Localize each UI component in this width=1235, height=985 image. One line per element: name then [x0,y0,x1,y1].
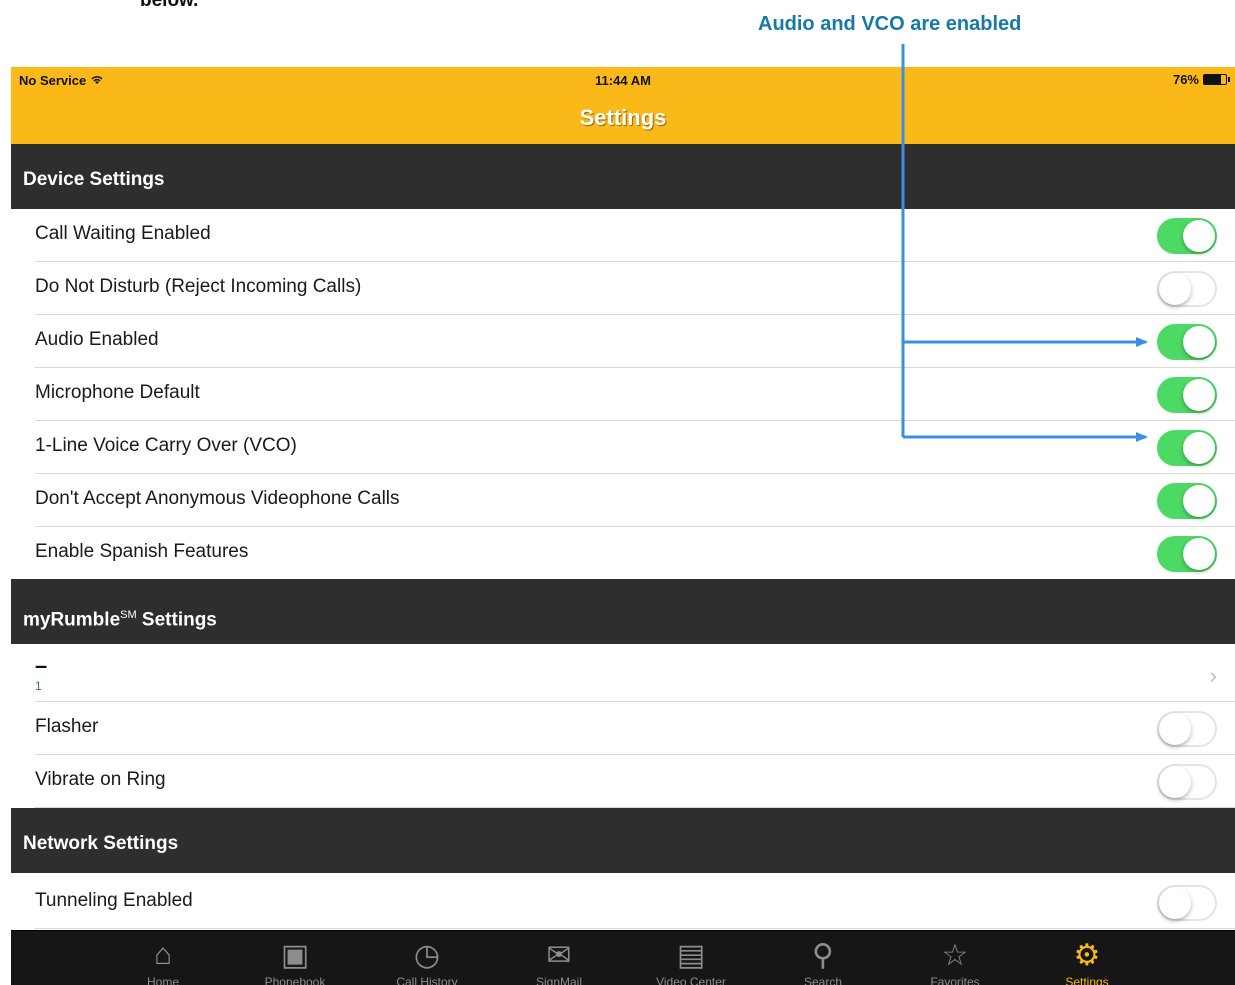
setting-label: Call Waiting Enabled [35,223,211,244]
callout-label: Audio and VCO are enabled [758,13,1022,35]
search-icon: ⚲ [812,938,834,972]
setting-label: Flasher [35,716,99,737]
ringtone-row[interactable]: – 1 › [11,649,1235,702]
toggle-knob [1159,713,1191,745]
tab-label: Home [146,975,179,985]
setting-row-microphone-default: Microphone Default [11,368,1235,421]
setting-row-flasher: Flasher [11,702,1235,755]
tab-call-history[interactable]: ◷ Call History [367,931,487,985]
section-header-device: Device Settings [11,144,1235,209]
ringtone-name: – [35,653,48,678]
tab-label: Favorites [930,975,980,985]
call-history-icon: ◷ [413,938,441,972]
document-fragment-text: below. [140,0,199,11]
setting-label: Vibrate on Ring [35,769,166,790]
toggle-knob [1183,326,1215,358]
toggle-knob [1183,220,1215,252]
home-icon: ⌂ [153,938,173,971]
favorites-icon: ☆ [941,938,969,972]
service-mark: SM [120,609,137,621]
tab-label: Search [803,975,843,985]
setting-label: Enable Spanish Features [35,541,249,562]
setting-row-do-not-disturb-reject-incoming-calls: Do Not Disturb (Reject Incoming Calls) [11,262,1235,315]
ipad-screen: No Service 11:44 AM 76% Settings Device … [11,67,1235,985]
navigation-bar: Settings [11,93,1235,144]
toggle-flasher[interactable] [1157,711,1217,747]
tab-search[interactable]: ⚲ Search [763,931,883,985]
tab-signmail[interactable]: ✉ SignMail [499,931,619,985]
myrumble-header-suffix: Settings [136,609,217,631]
setting-row-enable-spanish-features: Enable Spanish Features [11,527,1235,580]
toggle-audio-enabled[interactable] [1157,324,1217,360]
status-bar: No Service 11:44 AM 76% [11,67,1235,93]
setting-label: Do Not Disturb (Reject Incoming Calls) [35,276,362,297]
battery-percent: 76% [1172,72,1199,87]
setting-row-1-line-voice-carry-over-vco: 1-Line Voice Carry Over (VCO) [11,421,1235,474]
tab-label: Call History [396,975,458,985]
toggle-knob [1159,766,1191,798]
tab-phonebook[interactable]: ▣ Phonebook [235,931,355,985]
toggle-knob [1183,432,1215,464]
settings-gear-icon: ⚙ [1073,938,1101,972]
setting-row-tunneling-enabled: Tunneling Enabled [11,876,1235,929]
toggle-call-waiting-enabled[interactable] [1157,218,1217,254]
chevron-right-icon: › [1209,663,1217,688]
toggle-enable-spanish-features[interactable] [1157,536,1217,572]
setting-label: Microphone Default [35,382,200,403]
toggle-microphone-default[interactable] [1157,377,1217,413]
toggle-knob [1183,538,1215,570]
tab-video-center[interactable]: ▤ Video Center [631,931,751,985]
tab-label: Phonebook [264,975,326,985]
phonebook-icon: ▣ [280,938,310,972]
battery-icon [1203,74,1230,85]
setting-label: 1-Line Voice Carry Over (VCO) [35,435,297,456]
section-header-network: Network Settings [11,808,1235,873]
toggle-tunneling-enabled[interactable] [1157,885,1217,921]
toggle-do-not-disturb-reject-incoming-calls[interactable] [1157,271,1217,307]
tab-label: SignMail [535,975,583,985]
toggle-vibrate-on-ring[interactable] [1157,764,1217,800]
setting-label: Audio Enabled [35,329,159,350]
setting-row-vibrate-on-ring: Vibrate on Ring [11,755,1235,808]
tab-label: Settings [1065,975,1109,985]
tab-favorites[interactable]: ☆ Favorites [895,931,1015,985]
video-center-icon: ▤ [676,938,706,972]
setting-label: Don't Accept Anonymous Videophone Calls [35,488,400,509]
tab-bar: ⌂ Home ▣ Phonebook ◷ Call History ✉ SignMail ▤ Vi… [11,930,1235,985]
battery-status: 76% [1172,72,1230,87]
toggle-knob [1183,485,1215,517]
setting-row-don-t-accept-anonymous-videophone-calls: Don't Accept Anonymous Videophone Calls [11,474,1235,527]
setting-row-call-waiting-enabled: Call Waiting Enabled [11,209,1235,262]
tab-label: Video Center [656,975,726,985]
setting-row-audio-enabled: Audio Enabled [11,315,1235,368]
toggle-knob [1183,379,1215,411]
section-header-myrumble: myRumbleSM Settings [11,579,1235,644]
tab-home[interactable]: ⌂ Home [103,931,223,985]
signmail-icon: ✉ [546,938,572,972]
page-title: Settings [579,105,667,130]
toggle-knob [1159,273,1191,305]
status-time: 11:44 AM [595,73,651,88]
ringtone-value: 1 [35,679,42,693]
toggle-1-line-voice-carry-over-vco[interactable] [1157,430,1217,466]
toggle-knob [1159,887,1191,919]
tab-settings[interactable]: ⚙ Settings [1027,931,1147,985]
toggle-don-t-accept-anonymous-videophone-calls[interactable] [1157,483,1217,519]
setting-label: Tunneling Enabled [35,890,193,911]
myrumble-brand: myRumble [23,609,121,631]
